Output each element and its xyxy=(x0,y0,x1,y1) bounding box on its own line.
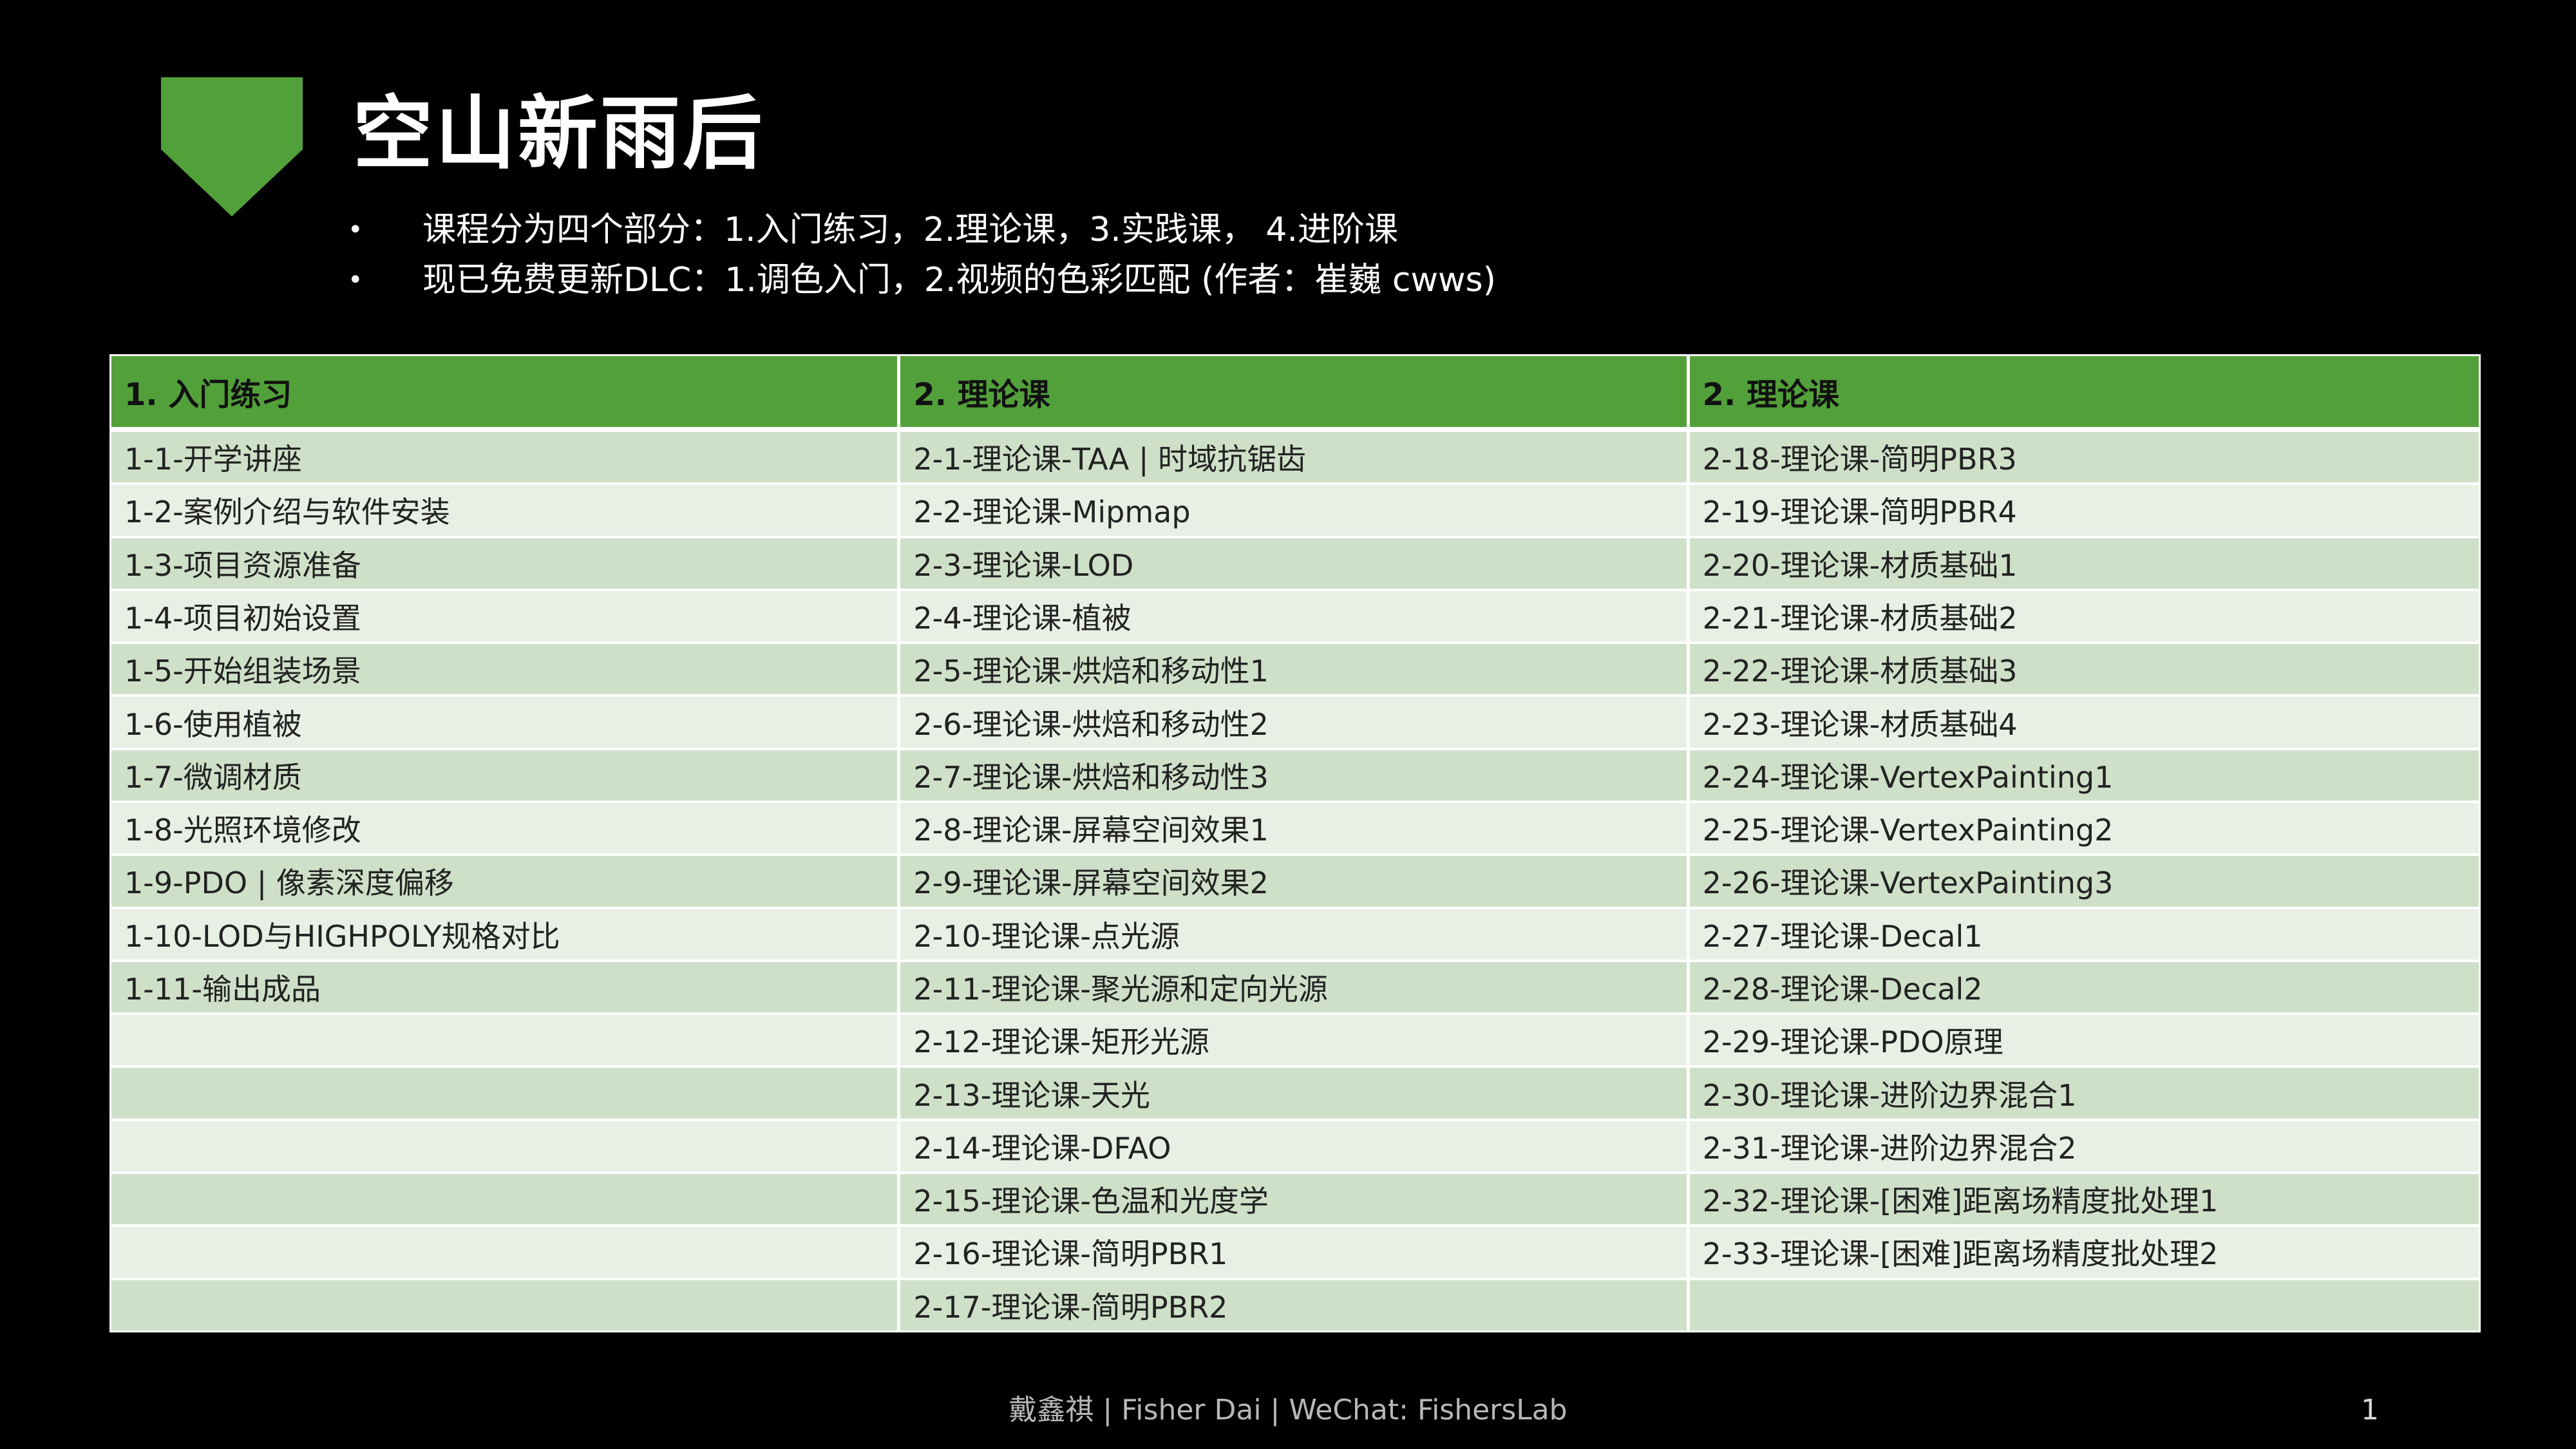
table-cell xyxy=(1689,1280,2479,1331)
table-cell: 2-25-理论课-VertexPainting2 xyxy=(1689,802,2479,857)
table-cell: 1-5-开始组装场景 xyxy=(111,644,901,697)
table-cell: 2-17-理论课-简明PBR2 xyxy=(900,1280,1690,1331)
table-cell: 2-3-理论课-LOD xyxy=(900,538,1690,591)
table-cell: 2-33-理论课-[困难]距离场精度批处理2 xyxy=(1689,1227,2479,1280)
table-row: 1-2-案例介绍与软件安装 2-2-理论课-Mipmap 2-19-理论课-简明PB… xyxy=(111,485,2479,538)
bullet-item: • 课程分为四个部分：1.入门练习，2.理论课，3.实践课， 4.进阶课 xyxy=(348,205,1496,255)
table-cell: 2-26-理论课-VertexPainting3 xyxy=(1689,856,2479,909)
footer-credit: 戴鑫祺 | Fisher Dai | WeChat: FishersLab xyxy=(1009,1394,1567,1426)
table-cell: 2-18-理论课-简明PBR3 xyxy=(1689,432,2479,486)
table-row: 1-9-PDO | 像素深度偏移 2-9-理论课-屏幕空间效果2 2-26-理论课-… xyxy=(111,856,2479,909)
bullet-marker: • xyxy=(348,265,363,295)
table-cell: 2-23-理论课-材质基础4 xyxy=(1689,697,2479,750)
table-row: 1-10-LOD与HIGHPOLY规格对比 2-10-理论课-点光源 2-27-理论… xyxy=(111,909,2479,962)
table-row: 2-16-理论课-简明PBR1 2-33-理论课-[困难]距离场精度批处理2 xyxy=(111,1227,2479,1280)
course-table: 1. 入门练习 2. 理论课 2. 理论课 1-1-开学讲座 2-1-理论课-TA… xyxy=(111,356,2479,1331)
table-cell: 2-1-理论课-TAA | 时域抗锯齿 xyxy=(900,432,1690,486)
table-cell: 2-8-理论课-屏幕空间效果1 xyxy=(900,802,1690,857)
table-cell: 2-6-理论课-烘焙和移动性2 xyxy=(900,697,1690,750)
course-table-frame: 1. 入门练习 2. 理论课 2. 理论课 1-1-开学讲座 2-1-理论课-TA… xyxy=(109,354,2481,1332)
table-row: 2-17-理论课-简明PBR2 xyxy=(111,1280,2479,1331)
bullet-marker: • xyxy=(348,215,363,245)
table-cell: 2-30-理论课-进阶边界混合1 xyxy=(1689,1068,2479,1121)
table-cell: 2-5-理论课-烘焙和移动性1 xyxy=(900,644,1690,697)
table-row: 1-11-输出成品 2-11-理论课-聚光源和定向光源 2-28-理论课-Decal… xyxy=(111,961,2479,1016)
table-row: 2-14-理论课-DFAO 2-31-理论课-进阶边界混合2 xyxy=(111,1121,2479,1174)
table-cell: 1-1-开学讲座 xyxy=(111,432,901,486)
table-cell: 2-20-理论课-材质基础1 xyxy=(1689,538,2479,591)
column-header-intro: 1. 入门练习 xyxy=(111,356,901,432)
table-cell: 1-9-PDO | 像素深度偏移 xyxy=(111,856,901,909)
table-cell xyxy=(111,1121,901,1174)
table-cell: 2-21-理论课-材质基础2 xyxy=(1689,591,2479,645)
table-row: 2-12-理论课-矩形光源 2-29-理论课-PDO原理 xyxy=(111,1015,2479,1068)
table-cell: 1-11-输出成品 xyxy=(111,961,901,1016)
table-cell: 2-12-理论课-矩形光源 xyxy=(900,1015,1690,1068)
table-row: 1-8-光照环境修改 2-8-理论课-屏幕空间效果1 2-25-理论课-Vertex… xyxy=(111,802,2479,857)
table-cell: 2-27-理论课-Decal1 xyxy=(1689,909,2479,962)
table-row: 1-1-开学讲座 2-1-理论课-TAA | 时域抗锯齿 2-18-理论课-简明PB… xyxy=(111,432,2479,486)
table-cell: 2-13-理论课-天光 xyxy=(900,1068,1690,1121)
table-cell xyxy=(111,1280,901,1331)
pentagon-logo-icon xyxy=(161,77,303,216)
page-title: 空山新雨后 xyxy=(353,88,766,180)
bullet-text: 现已免费更新DLC：1.调色入门，2.视频的色彩匹配 (作者：崔巍 cwws) xyxy=(422,261,1496,299)
table-row: 2-13-理论课-天光 2-30-理论课-进阶边界混合1 xyxy=(111,1068,2479,1121)
table-header-row: 1. 入门练习 2. 理论课 2. 理论课 xyxy=(111,356,2479,432)
table-row: 1-4-项目初始设置 2-4-理论课-植被 2-21-理论课-材质基础2 xyxy=(111,591,2479,645)
table-cell: 1-2-案例介绍与软件安装 xyxy=(111,485,901,538)
table-cell: 2-31-理论课-进阶边界混合2 xyxy=(1689,1121,2479,1174)
table-row: 1-5-开始组装场景 2-5-理论课-烘焙和移动性1 2-22-理论课-材质基础3 xyxy=(111,644,2479,697)
table-cell: 1-3-项目资源准备 xyxy=(111,538,901,591)
column-header-theory-continued: 2. 理论课 xyxy=(1689,356,2479,432)
bullet-item: • 现已免费更新DLC：1.调色入门，2.视频的色彩匹配 (作者：崔巍 cwws… xyxy=(348,255,1496,305)
table-cell: 2-19-理论课-简明PBR4 xyxy=(1689,485,2479,538)
table-cell: 2-24-理论课-VertexPainting1 xyxy=(1689,750,2479,803)
table-row: 1-7-微调材质 2-7-理论课-烘焙和移动性3 2-24-理论课-VertexPa… xyxy=(111,750,2479,803)
table-cell: 2-28-理论课-Decal2 xyxy=(1689,961,2479,1016)
table-cell: 1-7-微调材质 xyxy=(111,750,901,803)
table-cell xyxy=(111,1015,901,1068)
column-header-theory: 2. 理论课 xyxy=(900,356,1690,432)
table-body: 1-1-开学讲座 2-1-理论课-TAA | 时域抗锯齿 2-18-理论课-简明PB… xyxy=(111,432,2479,1331)
table-cell: 2-14-理论课-DFAO xyxy=(900,1121,1690,1174)
table-cell xyxy=(111,1068,901,1121)
table-cell: 2-15-理论课-色温和光度学 xyxy=(900,1173,1690,1227)
page-number: 1 xyxy=(2361,1394,2379,1426)
table-cell: 2-9-理论课-屏幕空间效果2 xyxy=(900,856,1690,909)
table-cell: 2-10-理论课-点光源 xyxy=(900,909,1690,962)
table-cell: 2-32-理论课-[困难]距离场精度批处理1 xyxy=(1689,1173,2479,1227)
table-cell: 1-4-项目初始设置 xyxy=(111,591,901,645)
table-row: 2-15-理论课-色温和光度学 2-32-理论课-[困难]距离场精度批处理1 xyxy=(111,1173,2479,1227)
table-cell: 1-6-使用植被 xyxy=(111,697,901,750)
table-cell: 2-2-理论课-Mipmap xyxy=(900,485,1690,538)
table-cell: 2-7-理论课-烘焙和移动性3 xyxy=(900,750,1690,803)
table-cell: 1-10-LOD与HIGHPOLY规格对比 xyxy=(111,909,901,962)
table-cell: 2-16-理论课-简明PBR1 xyxy=(900,1227,1690,1280)
table-cell: 1-8-光照环境修改 xyxy=(111,802,901,857)
table-cell: 2-22-理论课-材质基础3 xyxy=(1689,644,2479,697)
bullet-text: 课程分为四个部分：1.入门练习，2.理论课，3.实践课， 4.进阶课 xyxy=(422,211,1398,249)
table-cell: 2-29-理论课-PDO原理 xyxy=(1689,1015,2479,1068)
table-cell: 2-11-理论课-聚光源和定向光源 xyxy=(900,961,1690,1016)
bullet-list: • 课程分为四个部分：1.入门练习，2.理论课，3.实践课， 4.进阶课 • 现… xyxy=(348,205,1496,305)
table-cell xyxy=(111,1173,901,1227)
table-cell: 2-4-理论课-植被 xyxy=(900,591,1690,645)
table-cell xyxy=(111,1227,901,1280)
table-row: 1-6-使用植被 2-6-理论课-烘焙和移动性2 2-23-理论课-材质基础4 xyxy=(111,697,2479,750)
table-row: 1-3-项目资源准备 2-3-理论课-LOD 2-20-理论课-材质基础1 xyxy=(111,538,2479,591)
